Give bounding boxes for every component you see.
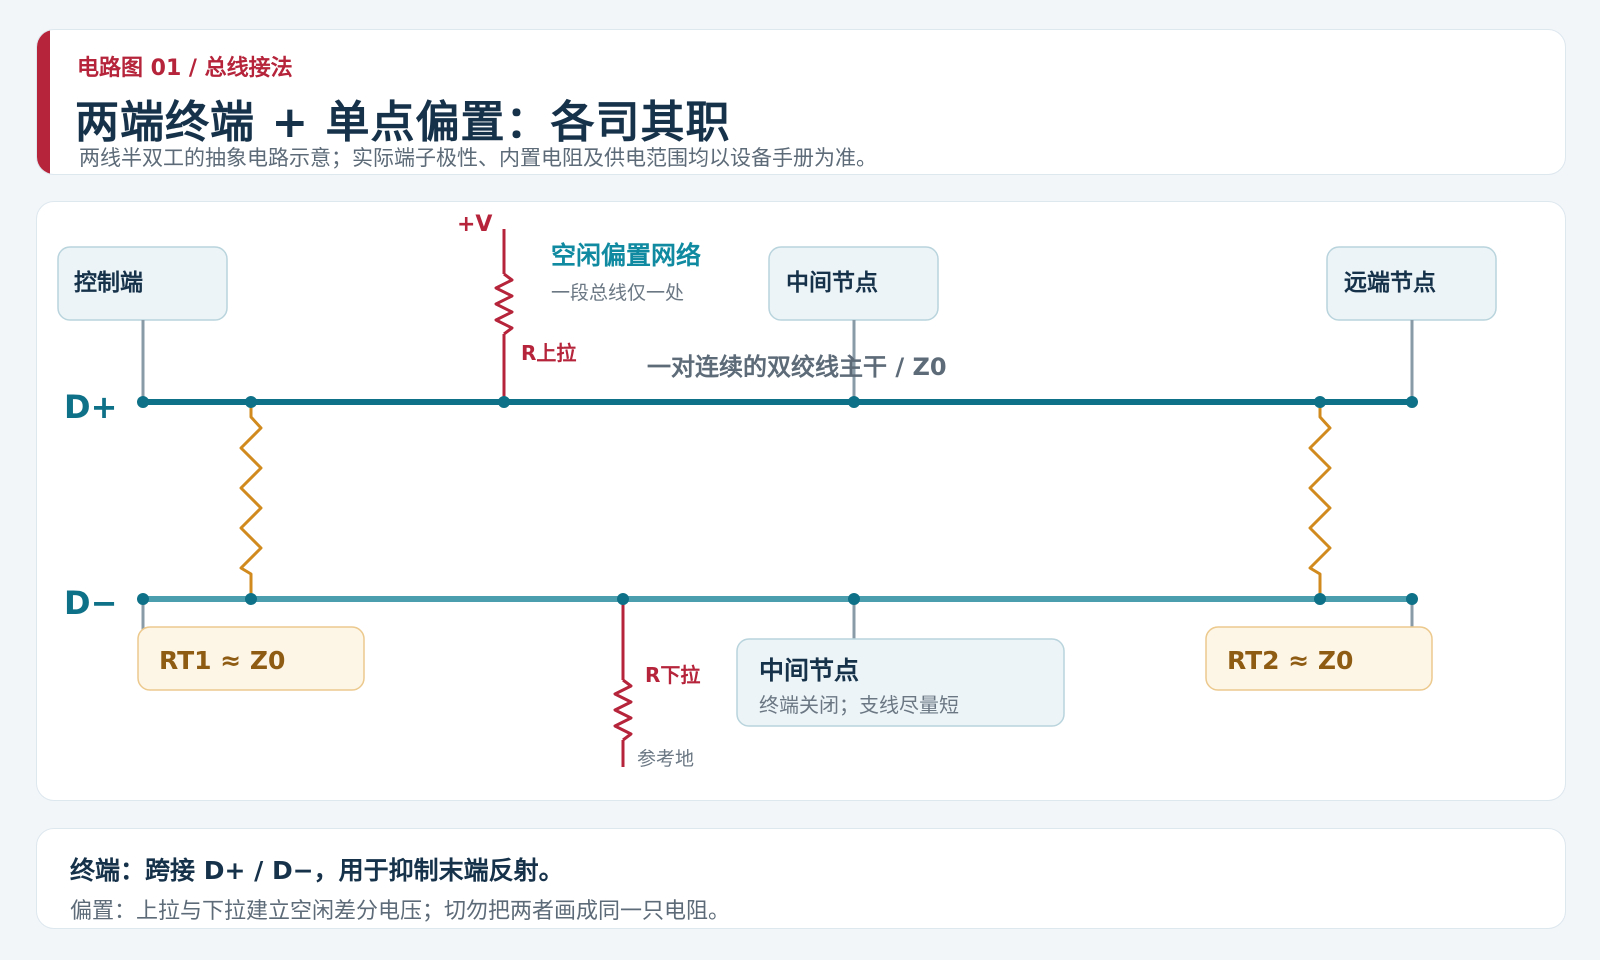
junction-dot bbox=[848, 593, 860, 605]
header-card: 电路图 01 / 总线接法 两端终端 + 单点偏置：各司其职 两线半双工的抽象电… bbox=[36, 29, 1566, 175]
middle-node-top-label: 中间节点 bbox=[786, 270, 878, 296]
bias-network-subtitle: 一段总线仅一处 bbox=[551, 282, 684, 304]
junction-dot bbox=[1406, 396, 1418, 408]
supply-label: +V bbox=[457, 212, 492, 237]
junction-dot bbox=[137, 396, 149, 408]
rt1-label: RT1 ≈ Z0 bbox=[159, 646, 285, 675]
rt2-label: RT2 ≈ Z0 bbox=[1227, 646, 1353, 675]
middle-node-bottom-subtitle: 终端关闭；支线尽量短 bbox=[759, 693, 959, 717]
page-subtitle: 两线半双工的抽象电路示意；实际端子极性、内置电阻及供电范围均以设备手册为准。 bbox=[79, 146, 877, 170]
junction-dot bbox=[245, 396, 257, 408]
page-title: 两端终端 + 单点偏置：各司其职 bbox=[75, 97, 731, 148]
middle-node-bottom-label: 中间节点 bbox=[759, 656, 859, 685]
bias-note: 偏置：上拉与下拉建立空闲差分电压；切勿把两者画成同一只电阻。 bbox=[70, 899, 731, 924]
junction-dot bbox=[848, 396, 860, 408]
rt1-resistor bbox=[239, 402, 263, 599]
note-card: 终端：跨接 D+ / D−，用于抑制末端反射。 偏置：上拉与下拉建立空闲差分电压… bbox=[36, 828, 1566, 929]
trunk-label: 一对连续的双绞线主干 / Z0 bbox=[647, 353, 947, 381]
bias-network-title: 空闲偏置网络 bbox=[551, 241, 701, 270]
junction-dot bbox=[245, 593, 257, 605]
pull-up-resistor bbox=[494, 272, 514, 336]
junction-dot bbox=[1314, 396, 1326, 408]
pull-down-label: R下拉 bbox=[645, 663, 700, 687]
d-plus-label: D+ bbox=[64, 388, 117, 426]
junction-dot bbox=[1314, 593, 1326, 605]
circuit-diagram: 控制端 中间节点 远端节点 一对连续的双绞线主干 / Z0 +V R上拉 空闲偏… bbox=[57, 212, 1497, 770]
diagram-card: 控制端 中间节点 远端节点 一对连续的双绞线主干 / Z0 +V R上拉 空闲偏… bbox=[36, 201, 1566, 801]
junction-dot bbox=[617, 593, 629, 605]
termination-note: 终端：跨接 D+ / D−，用于抑制末端反射。 bbox=[70, 856, 564, 885]
d-minus-label: D− bbox=[64, 584, 117, 622]
junction-dot bbox=[137, 593, 149, 605]
header-accent-bar bbox=[37, 30, 50, 174]
ground-label: 参考地 bbox=[637, 748, 694, 770]
header-kicker: 电路图 01 / 总线接法 bbox=[77, 56, 293, 81]
junction-dot bbox=[1406, 593, 1418, 605]
controller-node-label: 控制端 bbox=[74, 269, 143, 296]
pull-up-label: R上拉 bbox=[521, 341, 576, 365]
far-end-node-label: 远端节点 bbox=[1344, 270, 1436, 296]
junction-dot bbox=[498, 396, 510, 408]
rt2-resistor bbox=[1308, 402, 1332, 599]
pull-down-resistor bbox=[613, 678, 633, 742]
